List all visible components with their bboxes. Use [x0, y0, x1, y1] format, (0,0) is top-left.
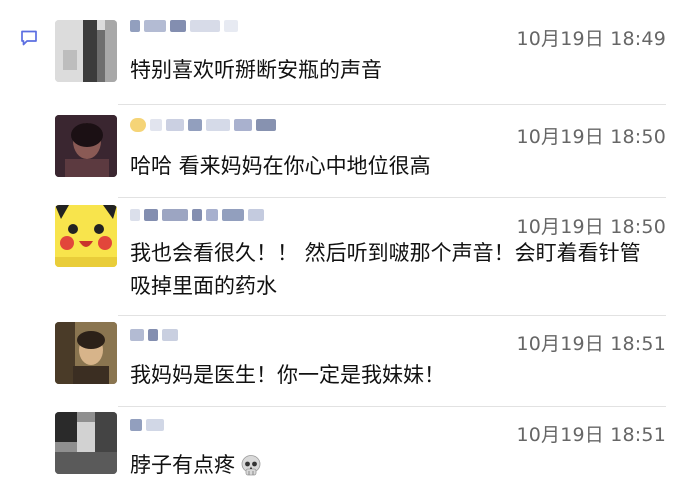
comment-text: 脖子有点疼	[130, 449, 660, 482]
comment-text: 特别喜欢听掰断安瓶的声音	[130, 58, 382, 82]
comment-item[interactable]: 10月19日 18:50 哈哈 看来妈妈在你心中地位很高	[0, 105, 690, 200]
comment-time: 10月19日 18:51	[516, 333, 666, 355]
comment-text: 我妈妈是医生！你一定是我妹妹！	[130, 363, 445, 387]
comment-time: 10月19日 18:49	[516, 28, 666, 50]
avatar[interactable]	[55, 115, 117, 177]
avatar[interactable]	[55, 322, 117, 384]
divider	[118, 315, 666, 316]
comment-text-content: 脖子有点疼	[130, 453, 235, 477]
comment-text: 我也会看很久！！ 然后听到啵那个声音！会盯着看针管吸掉里面的药水	[130, 241, 641, 298]
pikachu-avatar-image	[55, 205, 117, 267]
comment-item[interactable]: 10月19日 18:49 特别喜欢听掰断安瓶的声音	[0, 0, 690, 105]
avatar-image	[55, 322, 117, 384]
comment-item[interactable]: 10月19日 18:51 我妈妈是医生！你一定是我妹妹！	[0, 317, 690, 407]
comment-time: 10月19日 18:50	[516, 216, 666, 238]
nickname-blurred[interactable]	[130, 327, 178, 343]
avatar[interactable]	[55, 20, 117, 82]
nickname-blurred[interactable]	[130, 117, 276, 133]
avatar-image	[55, 412, 117, 474]
avatar-image	[55, 115, 117, 177]
comment-item[interactable]: 10月19日 18:51 脖子有点疼	[0, 407, 690, 486]
skull-emoji-icon	[241, 454, 261, 475]
avatar[interactable]	[55, 205, 117, 267]
comment-text: 哈哈 看来妈妈在你心中地位很高	[130, 154, 431, 178]
nickname-blurred[interactable]	[130, 207, 264, 223]
comment-time: 10月19日 18:51	[516, 424, 666, 446]
comment-item[interactable]: 10月19日 18:50 我也会看很久！！ 然后听到啵那个声音！会盯着看针管吸掉…	[0, 197, 690, 317]
avatar[interactable]	[55, 412, 117, 474]
avatar-image	[55, 20, 117, 82]
comment-time: 10月19日 18:50	[516, 126, 666, 148]
nickname-blurred[interactable]	[130, 417, 164, 433]
nickname-blurred[interactable]	[130, 18, 238, 34]
